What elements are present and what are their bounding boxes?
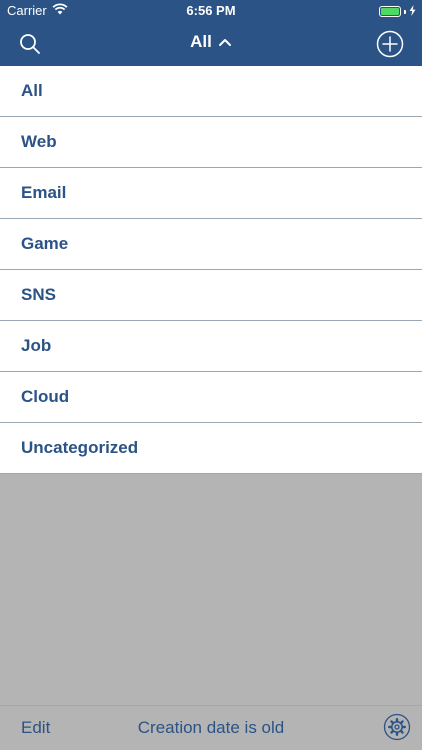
battery-indicator: [379, 4, 416, 19]
category-picker[interactable]: All: [0, 32, 422, 52]
top-bar: Carrier 6:56 PM All: [0, 0, 422, 66]
category-label: All: [21, 81, 43, 100]
category-label: Job: [21, 336, 52, 355]
chevron-up-icon: [218, 32, 232, 52]
navigation-bar: All: [0, 22, 422, 66]
sort-order-button[interactable]: Creation date is old: [0, 718, 422, 738]
status-time: 6:56 PM: [186, 3, 236, 18]
battery-icon: [379, 6, 401, 17]
category-row-cloud[interactable]: Cloud: [0, 372, 422, 423]
category-row-uncategorized[interactable]: Uncategorized: [0, 423, 422, 474]
category-row-all[interactable]: All: [0, 66, 422, 117]
category-label: Email: [21, 183, 67, 202]
category-row-web[interactable]: Web: [0, 117, 422, 168]
category-label: Web: [21, 132, 57, 151]
category-row-email[interactable]: Email: [0, 168, 422, 219]
battery-level: [381, 8, 399, 15]
category-row-job[interactable]: Job: [0, 321, 422, 372]
category-label: SNS: [21, 285, 56, 304]
gear-icon[interactable]: [382, 712, 412, 742]
category-row-sns[interactable]: SNS: [0, 270, 422, 321]
status-bar: Carrier 6:56 PM: [0, 0, 422, 22]
category-row-game[interactable]: Game: [0, 219, 422, 270]
nav-title: All: [190, 32, 212, 51]
category-label: Game: [21, 234, 69, 253]
category-label: Cloud: [21, 387, 70, 406]
bottom-toolbar: Edit Creation date is old: [0, 705, 422, 750]
category-label: Uncategorized: [21, 438, 139, 457]
add-circle-icon[interactable]: [375, 29, 405, 59]
battery-tip: [404, 9, 406, 14]
category-list: All Web Email Game SNS Job Cloud Uncateg…: [0, 66, 422, 474]
bolt-icon: [409, 4, 416, 19]
